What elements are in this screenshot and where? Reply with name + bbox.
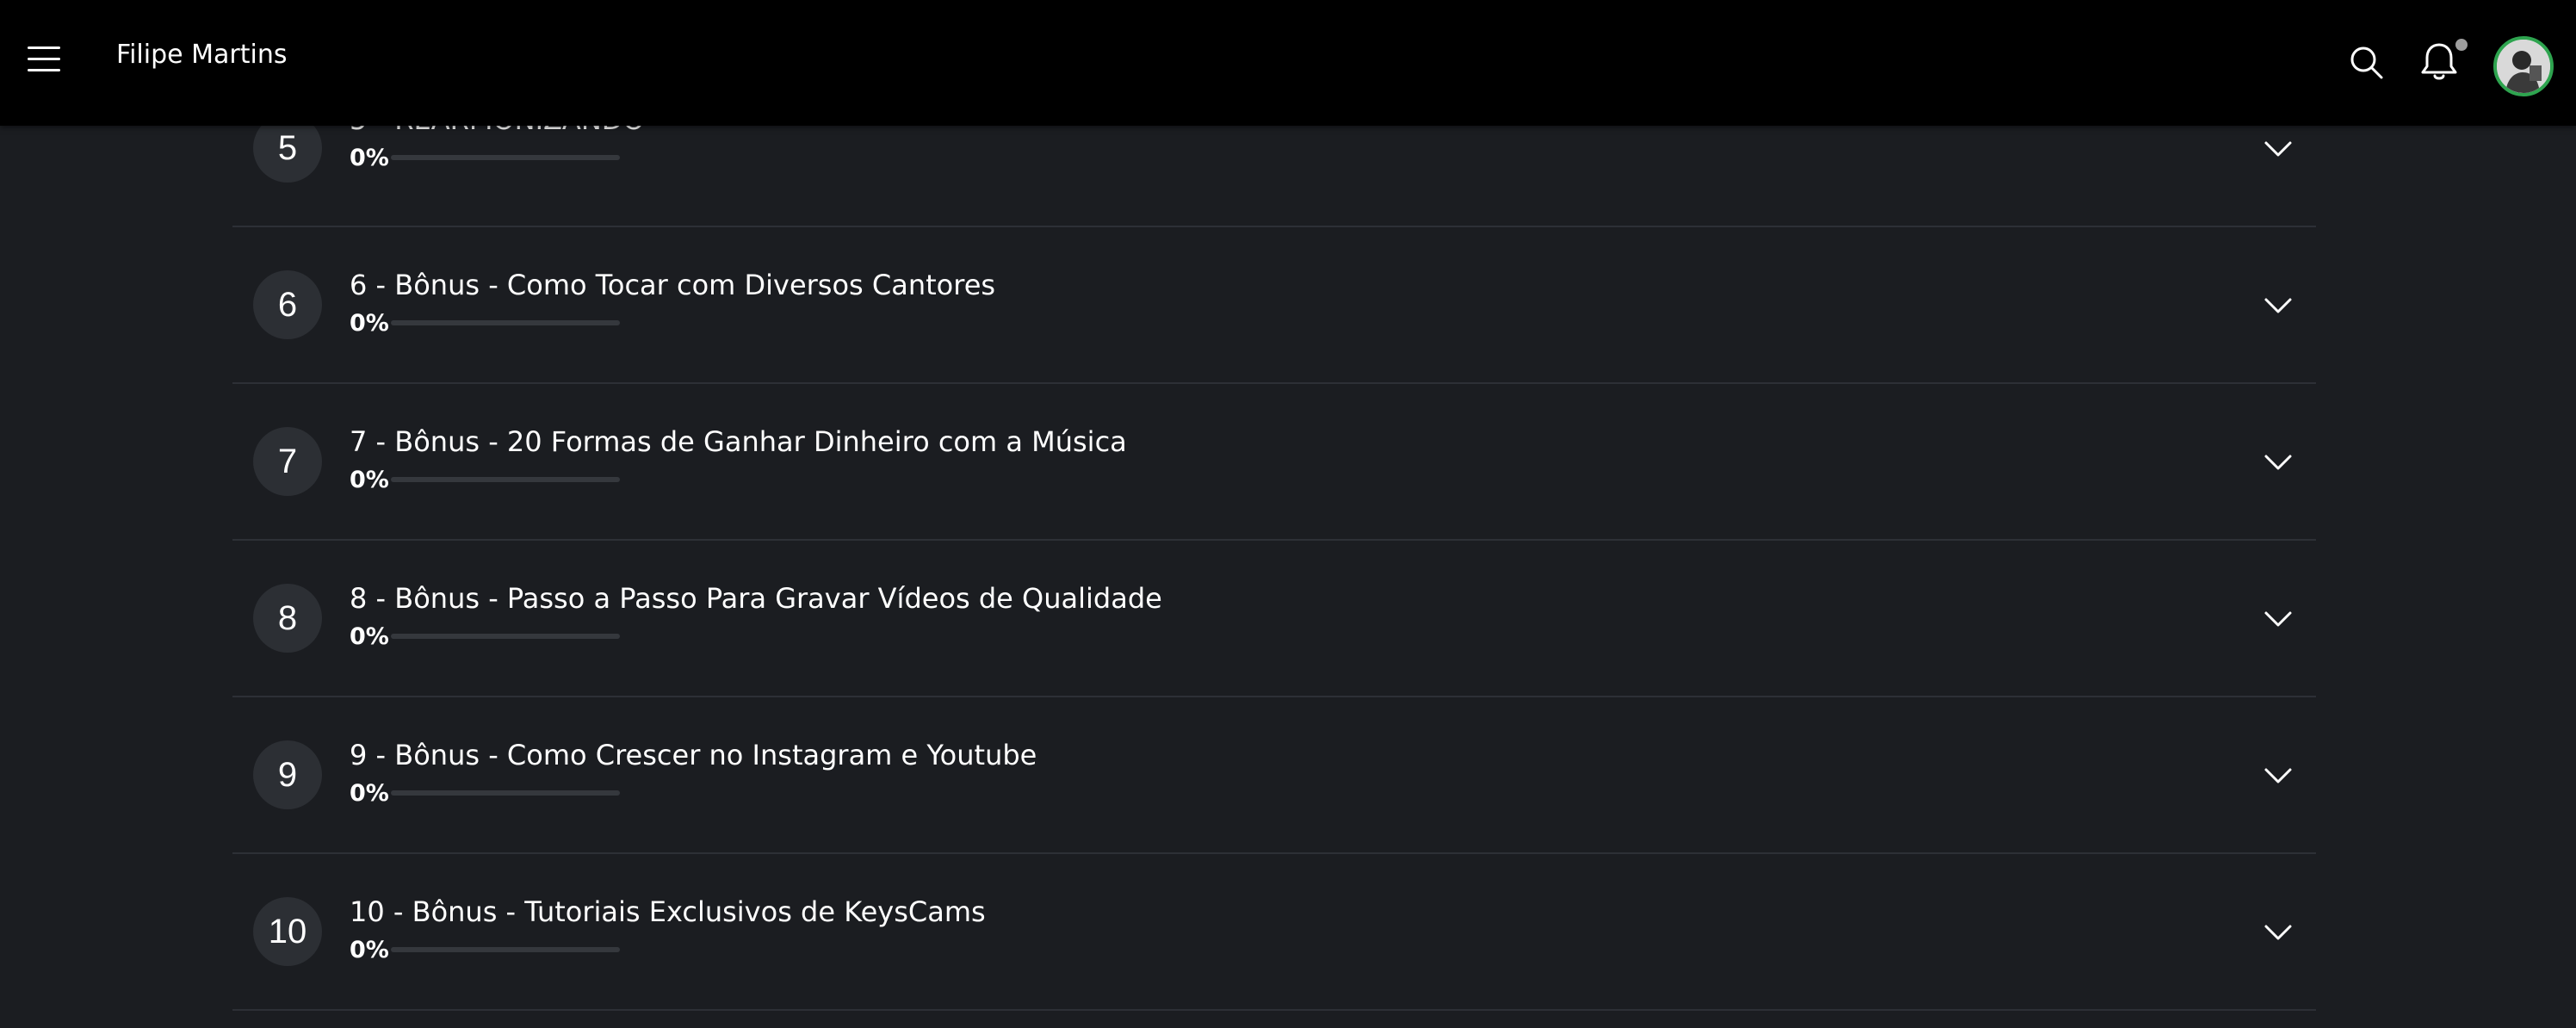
- chevron-down-icon[interactable]: [2261, 914, 2295, 949]
- module-number-badge: 8: [253, 584, 322, 653]
- module-progress: 0%: [350, 935, 620, 964]
- progress-percent: 0%: [350, 466, 389, 493]
- module-title[interactable]: 8 - Bônus - Passo a Passo Para Gravar Ví…: [350, 580, 1162, 616]
- top-bar: Filipe Martins: [0, 0, 2576, 126]
- module-number-badge: 9: [253, 740, 322, 809]
- bell-icon[interactable]: [2418, 38, 2461, 84]
- user-name: Filipe Martins: [116, 40, 288, 70]
- progress-bar: [391, 790, 620, 796]
- module-number-badge: 6: [253, 270, 322, 339]
- module-list: 5 5 - REARMONIZANDO 0% 6 6 - Bônus - Com…: [232, 71, 2316, 1011]
- user-avatar[interactable]: [2493, 36, 2554, 96]
- search-icon[interactable]: [2347, 43, 2387, 83]
- progress-bar: [391, 477, 620, 482]
- chevron-down-icon[interactable]: [2261, 131, 2295, 165]
- module-row[interactable]: 10 10 - Bônus - Tutoriais Exclusivos de …: [232, 854, 2316, 1011]
- progress-bar: [391, 320, 620, 325]
- hamburger-menu-icon[interactable]: [26, 41, 64, 76]
- progress-percent: 0%: [350, 309, 389, 337]
- module-title[interactable]: 6 - Bônus - Como Tocar com Diversos Cant…: [350, 267, 995, 303]
- module-row[interactable]: 9 9 - Bônus - Como Crescer no Instagram …: [232, 697, 2316, 854]
- chevron-down-icon[interactable]: [2261, 444, 2295, 479]
- module-number-badge: 7: [253, 427, 322, 496]
- module-number-badge: 10: [253, 897, 322, 966]
- avatar-photo: [2497, 40, 2550, 93]
- progress-percent: 0%: [350, 144, 389, 171]
- progress-percent: 0%: [350, 622, 389, 650]
- progress-bar: [391, 634, 620, 639]
- module-progress: 0%: [350, 465, 620, 494]
- chevron-down-icon[interactable]: [2261, 758, 2295, 792]
- module-title[interactable]: 9 - Bônus - Como Crescer no Instagram e …: [350, 737, 1037, 773]
- module-row[interactable]: 6 6 - Bônus - Como Tocar com Diversos Ca…: [232, 227, 2316, 384]
- module-row[interactable]: 8 8 - Bônus - Passo a Passo Para Gravar …: [232, 541, 2316, 697]
- module-progress: 0%: [350, 308, 620, 338]
- chevron-down-icon[interactable]: [2261, 288, 2295, 322]
- notification-dot: [2455, 39, 2468, 51]
- progress-percent: 0%: [350, 936, 389, 963]
- module-title[interactable]: 10 - Bônus - Tutoriais Exclusivos de Key…: [350, 894, 986, 930]
- progress-bar: [391, 947, 620, 952]
- module-progress: 0%: [350, 143, 620, 172]
- progress-bar: [391, 155, 620, 160]
- module-title[interactable]: 7 - Bônus - 20 Formas de Ganhar Dinheiro…: [350, 424, 1127, 460]
- module-progress: 0%: [350, 622, 620, 651]
- chevron-down-icon[interactable]: [2261, 601, 2295, 635]
- progress-percent: 0%: [350, 779, 389, 807]
- module-row[interactable]: 7 7 - Bônus - 20 Formas de Ganhar Dinhei…: [232, 384, 2316, 541]
- module-progress: 0%: [350, 778, 620, 808]
